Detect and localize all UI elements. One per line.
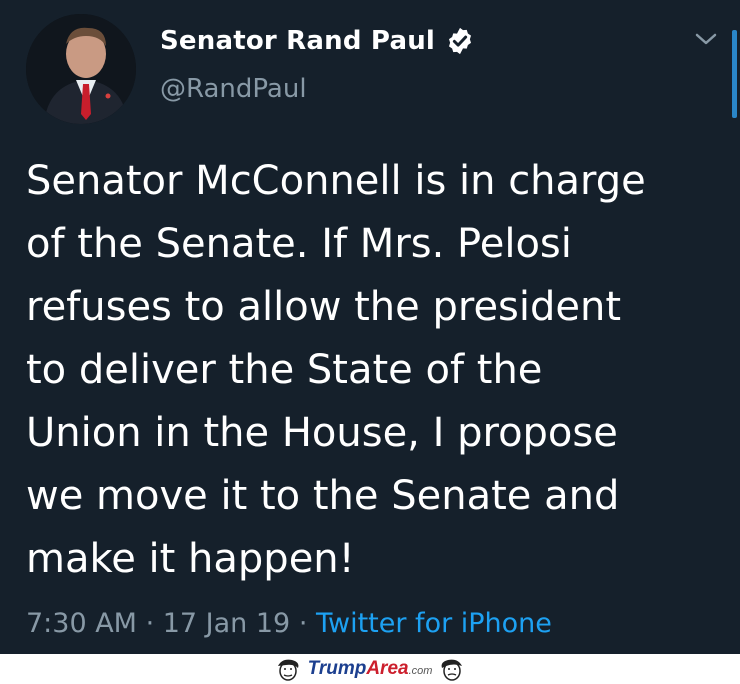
caricature-face-icon — [277, 659, 298, 681]
caricature-face-icon — [442, 659, 463, 681]
avatar[interactable] — [26, 14, 136, 124]
watermark-bar: TrumpArea.com — [0, 654, 740, 684]
tweet-text-line: Union in the House, I propose — [26, 410, 618, 456]
verified-badge-icon — [449, 27, 472, 55]
watermark-logo: TrumpArea.com — [307, 658, 433, 679]
meta-separator: · — [290, 608, 316, 639]
meta-separator: · — [136, 608, 163, 639]
display-name-text[interactable]: Senator Rand Paul — [160, 26, 435, 56]
avatar-photo — [26, 14, 136, 124]
tweet-text-line: we move it to the Senate and — [26, 473, 620, 519]
tweet-date[interactable]: 17 Jan 19 — [163, 608, 291, 639]
tweet-source-link[interactable]: Twitter for iPhone — [316, 608, 552, 639]
tweet-text-line: to deliver the State of the — [26, 347, 543, 393]
chevron-down-icon[interactable] — [692, 30, 720, 50]
tweet-text-line: refuses to allow the president — [26, 284, 622, 330]
tweet-text-line: of the Senate. If Mrs. Pelosi — [26, 221, 572, 267]
scrollbar[interactable] — [732, 30, 737, 118]
tweet-text-line: make it happen! — [26, 536, 355, 582]
tweet-meta: 7:30 AM · 17 Jan 19 · Twitter for iPhone — [26, 608, 552, 639]
tweet-time[interactable]: 7:30 AM — [26, 608, 137, 639]
display-name[interactable]: Senator Rand Paul — [160, 26, 475, 56]
tweet-text-line: Senator McConnell is in charge — [26, 158, 646, 204]
tweet-text: Senator McConnell is in charge of the Se… — [26, 150, 734, 591]
user-handle[interactable]: @RandPaul — [160, 74, 307, 104]
tweet-card: Senator Rand Paul @RandPaul Senator McCo… — [0, 0, 740, 654]
